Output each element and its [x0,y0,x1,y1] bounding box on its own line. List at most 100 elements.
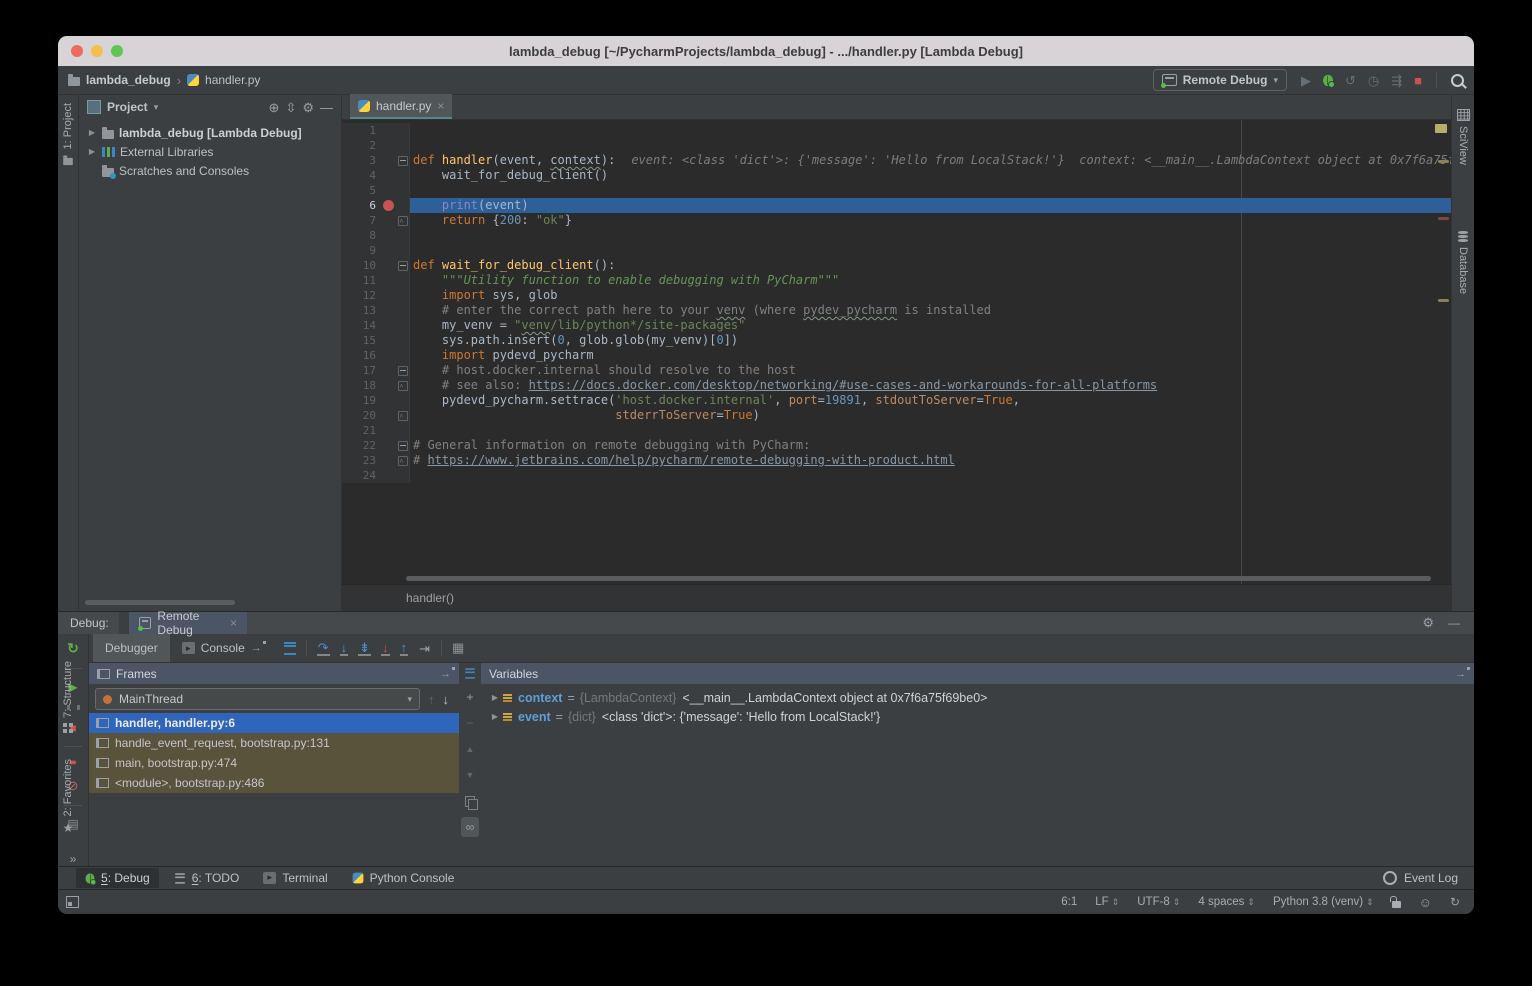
fold-marker-cell[interactable] [396,438,410,453]
toolwindow-switcher-icon[interactable] [66,896,79,908]
code-line-18[interactable]: 18 # see also: https://docs.docker.com/d… [342,378,1451,393]
expand-arrow-icon[interactable]: ▶ [87,128,97,137]
toolwindow-button-terminal[interactable]: ▸ Terminal [254,868,336,888]
code-line-16[interactable]: 16 import pydevd_pycharm [342,348,1451,363]
breadcrumb-file[interactable]: handler.py [205,73,260,87]
more-icon[interactable]: » [70,852,77,866]
show-watches-icon[interactable]: ∞ [461,817,479,837]
stop-button[interactable]: ■ [1414,74,1422,87]
lock-icon[interactable] [1392,901,1401,908]
inspections-indicator[interactable] [1435,124,1447,133]
encoding-select[interactable]: UTF-8⇕ [1137,896,1180,908]
frame-row[interactable]: main, bootstrap.py:474 [89,753,459,773]
jump-to-icon[interactable]: → [251,642,262,654]
reader-mode-icon[interactable]: ☺ [1419,895,1432,910]
gear-icon[interactable]: ⚙ [302,101,314,114]
tree-item-scratches[interactable]: Scratches and Consoles [79,161,341,180]
step-into-icon[interactable]: ↓ [340,641,349,656]
fold-marker-cell[interactable] [396,453,410,468]
gutter-cell[interactable] [380,348,396,363]
step-over-icon[interactable]: ↷ [317,641,330,656]
variable-row[interactable]: ▶ event = {dict} <class 'dict'>: {'messa… [481,707,1474,726]
run-to-cursor-icon[interactable]: ⇥ [418,642,431,655]
tab-debugger[interactable]: Debugger [93,634,170,662]
code-line-11[interactable]: 11 """Utility function to enable debuggi… [342,273,1451,288]
jump-to-icon[interactable]: → [440,668,451,680]
coverage-button[interactable]: ↺ [1345,74,1356,87]
toolwindow-button-favorites[interactable]: 2: Favorites ★ [58,759,78,835]
code-line-3[interactable]: 3def handler(event, context):event: <cla… [342,153,1451,168]
editor-breadcrumb[interactable]: handler() [342,584,1451,611]
gutter-cell[interactable] [380,243,396,258]
close-icon[interactable]: × [437,99,444,113]
gutter-cell[interactable] [380,168,396,183]
jump-to-icon[interactable]: → [1455,668,1466,680]
previous-frame-icon[interactable]: ↑ [428,692,435,707]
multirun-button[interactable]: ⇶ [1391,74,1402,87]
gutter-cell[interactable] [380,213,396,228]
breadcrumb-project[interactable]: lambda_debug [86,73,171,87]
code-line-5[interactable]: 5 [342,183,1451,198]
code-line-4[interactable]: 4 wait_for_debug_client() [342,168,1451,183]
evaluate-expression-icon[interactable]: ▦ [452,640,464,656]
next-frame-icon[interactable]: ↓ [443,692,450,707]
code-line-7[interactable]: 7 return {200: "ok"} [342,213,1451,228]
zoom-button[interactable] [111,45,123,57]
expand-arrow-icon[interactable]: ▶ [87,147,97,156]
fold-marker-cell[interactable] [396,363,410,378]
update-icon[interactable]: ↻ [1450,895,1460,909]
gutter-cell[interactable] [380,438,396,453]
gutter-cell[interactable] [380,318,396,333]
watches-menu-icon[interactable] [465,668,475,678]
thread-select[interactable]: MainThread ▾ [95,688,420,710]
expand-arrow-icon[interactable]: ▶ [487,712,503,721]
gutter-cell[interactable] [380,303,396,318]
frame-row[interactable]: handler, handler.py:6 [89,713,459,733]
code-line-10[interactable]: 10def wait_for_debug_client(): [342,258,1451,273]
code-line-15[interactable]: 15 sys.path.insert(0, glob.glob(my_venv)… [342,333,1451,348]
remove-watch-icon[interactable]: − [461,710,479,736]
code-line-24[interactable]: 24 [342,468,1451,483]
variable-row[interactable]: ▶ context = {LambdaContext} <__main__.La… [481,688,1474,707]
close-icon[interactable]: × [230,616,237,630]
frame-row[interactable]: <module>, bootstrap.py:486 [89,773,459,793]
gutter-cell[interactable] [380,153,396,168]
gutter-cell[interactable] [380,453,396,468]
layout-menu-icon[interactable] [284,642,296,655]
hide-panel-icon[interactable]: — [1448,616,1460,630]
gutter-cell[interactable] [380,393,396,408]
gutter-cell[interactable] [380,378,396,393]
hide-panel-icon[interactable]: — [320,101,333,114]
expand-arrow-icon[interactable]: ▶ [487,693,503,702]
code-line-13[interactable]: 13 # enter the correct path here to your… [342,303,1451,318]
profiler-button[interactable]: ◷ [1368,74,1379,87]
gear-icon[interactable]: ⚙ [1422,615,1434,631]
event-log-button[interactable]: Event Log [1383,871,1458,885]
code-line-14[interactable]: 14 my_venv = "venv/lib/python*/site-pack… [342,318,1451,333]
scrollbar-mark[interactable] [1438,217,1449,220]
gutter-cell[interactable] [380,423,396,438]
fold-marker-cell[interactable] [396,378,410,393]
step-out-icon[interactable]: ↑ [400,641,409,656]
fold-marker-cell[interactable] [396,153,410,168]
project-panel-title[interactable]: Project [107,100,148,114]
code-line-20[interactable]: 20 stderrToServer=True) [342,408,1451,423]
code-line-17[interactable]: 17 # host.docker.internal should resolve… [342,363,1451,378]
toolwindow-button-todo[interactable]: 6: TODO [165,868,249,888]
tree-item-project-root[interactable]: ▶ lambda_debug [Lambda Debug] [79,123,341,142]
fold-marker-cell[interactable] [396,408,410,423]
editor-horizontal-scrollbar[interactable] [406,576,1431,581]
code-line-22[interactable]: 22# General information on remote debugg… [342,438,1451,453]
toolwindow-button-database[interactable]: Database [1452,231,1474,294]
fold-marker-cell[interactable] [396,213,410,228]
chevron-down-icon[interactable]: ▾ [154,103,159,112]
debug-session-tab[interactable]: Remote Debug × [129,612,247,634]
gutter-cell[interactable] [380,123,396,138]
code-line-21[interactable]: 21 [342,423,1451,438]
locate-file-icon[interactable]: ⊕ [269,101,280,114]
gutter-cell[interactable] [380,288,396,303]
fold-marker-cell[interactable] [396,258,410,273]
gutter-cell[interactable] [380,333,396,348]
scrollbar-mark[interactable] [1438,160,1449,163]
add-watch-icon[interactable]: + [461,684,479,710]
